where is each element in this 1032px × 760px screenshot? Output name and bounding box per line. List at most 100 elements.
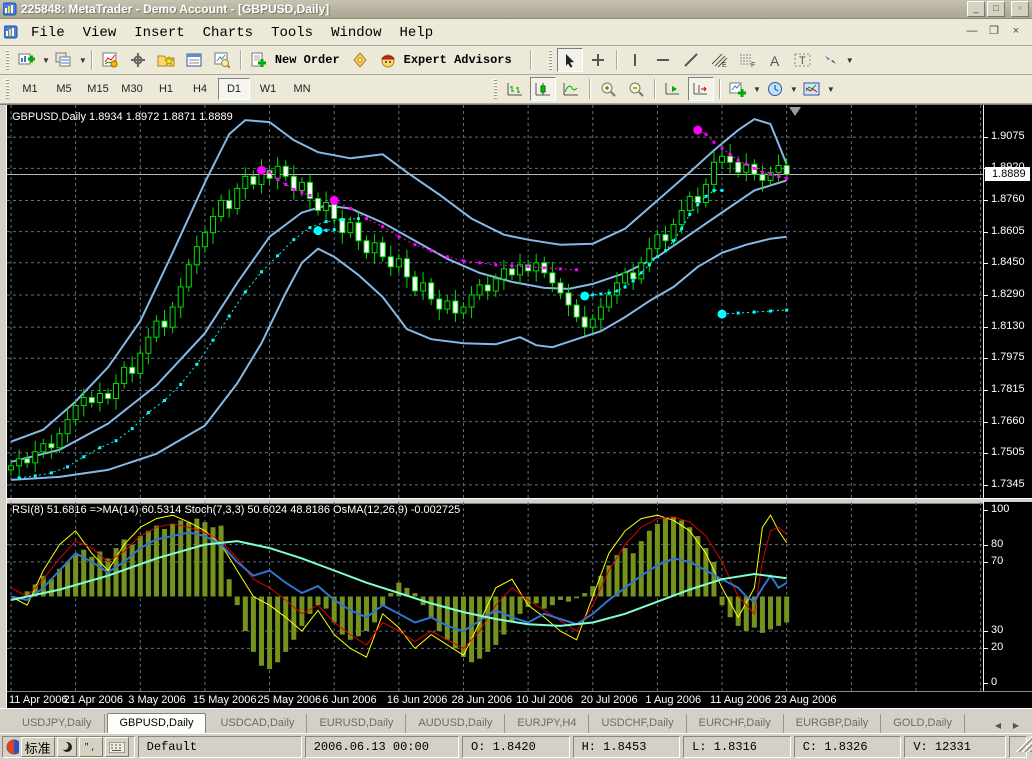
templates-button[interactable] [799,77,825,101]
metaeditor-button[interactable] [347,48,373,72]
terminal-button[interactable] [181,48,207,72]
trail-down-marker [462,259,465,262]
candlestick-chart-button[interactable] [530,77,556,101]
timeframe-button-m1[interactable]: M1 [14,78,46,100]
menu-item-charts[interactable]: Charts [194,22,262,44]
crosshair-tool-button[interactable] [585,48,611,72]
profiles-dropdown-icon[interactable]: ▼ [79,56,87,65]
candle-body [178,287,183,307]
new-chart-dropdown-icon[interactable]: ▼ [42,56,50,65]
periods-dropdown-icon[interactable]: ▼ [790,85,798,94]
trail-down-marker [712,141,715,144]
ime-keyboard-button[interactable] [105,737,129,757]
auto-scroll-button[interactable] [660,77,686,101]
zoom-in-button[interactable] [595,77,621,101]
line-chart-button[interactable] [558,77,584,101]
arrows-tool-button[interactable] [818,48,844,72]
indicator-canvas[interactable] [7,502,983,692]
child-restore-button[interactable]: ❐ [986,25,1002,39]
expert-advisors-icon[interactable] [375,48,401,72]
strategy-tester-button[interactable] [209,48,235,72]
trail-up-marker [753,311,756,314]
menu-item-file[interactable]: File [22,22,74,44]
timeframe-button-m5[interactable]: M5 [48,78,80,100]
timeframe-button-mn[interactable]: MN [286,78,318,100]
text-tool-button[interactable]: A [762,48,788,72]
text-label-tool-button[interactable]: T [790,48,816,72]
menu-item-tools[interactable]: Tools [262,22,322,44]
zoom-out-button[interactable] [623,77,649,101]
new-order-button[interactable]: New Order [275,53,340,67]
menu-item-help[interactable]: Help [391,22,443,44]
child-minimize-button[interactable]: — [964,25,980,39]
candle-body [784,166,789,175]
tab-scroll-left-icon[interactable]: ◀ [990,719,1006,733]
close-button[interactable]: × [1011,1,1029,17]
menu-item-insert[interactable]: Insert [125,22,193,44]
chart-shift-button[interactable] [688,77,714,101]
chart-tab-eurgbp-daily[interactable]: EURGBP,Daily [784,714,882,733]
templates-dropdown-icon[interactable]: ▼ [827,85,835,94]
profiles-button[interactable] [51,48,77,72]
chart-tab-usdcad-daily[interactable]: USDCAD,Daily [208,714,307,733]
candle-body [372,243,377,253]
new-chart-button[interactable] [14,48,40,72]
price-scale[interactable]: 1.90751.89201.87601.86051.84501.82901.81… [984,105,1032,498]
timeframe-button-d1[interactable]: D1 [218,78,250,100]
horizontal-line-tool-button[interactable] [650,48,676,72]
timeframe-grip[interactable] [6,79,9,99]
bar-chart-button[interactable] [502,77,528,101]
candle-body [9,466,14,470]
ime-punct-button[interactable]: ＂， [79,737,103,757]
trendline-tool-button[interactable] [678,48,704,72]
chart-tab-usdjpy-daily[interactable]: USDJPY,Daily [10,714,105,733]
chart-tab-gold-daily[interactable]: GOLD,Daily [881,714,965,733]
new-order-icon[interactable] [246,48,272,72]
trail-up-marker [66,465,69,468]
navigator-button[interactable] [153,48,179,72]
minimize-button[interactable]: _ [967,1,985,17]
chart-tab-gbpusd-daily[interactable]: GBPUSD,Daily [107,713,207,733]
arrows-dropdown-icon[interactable]: ▼ [846,56,854,65]
indicators-button[interactable] [725,77,751,101]
ime-fullhalf-button[interactable] [57,737,77,757]
timeframe-button-w1[interactable]: W1 [252,78,284,100]
cursor-tool-button[interactable] [557,48,583,72]
trail-up-marker [680,227,683,230]
chart-tab-eurusd-daily[interactable]: EURUSD,Daily [307,714,406,733]
chart-tools-grip[interactable] [494,79,497,99]
indicators-dropdown-icon[interactable]: ▼ [753,85,761,94]
maximize-button[interactable]: □ [987,1,1005,17]
resize-grip[interactable] [1016,736,1032,752]
chart-tab-eurchf-daily[interactable]: EURCHF,Daily [687,714,784,733]
chart-tab-eurjpy-h4[interactable]: EURJPY,H4 [505,714,589,733]
time-axis[interactable]: 11 Apr 200621 Apr 20063 May 200615 May 2… [7,691,1032,708]
indicator-scale[interactable]: 100807030200 [984,502,1032,692]
time-tick-label: 3 May 2006 [128,694,185,706]
timeframe-button-m30[interactable]: M30 [116,78,148,100]
trail-up-marker [147,411,150,414]
expert-advisors-button[interactable]: Expert Advisors [404,53,512,67]
periods-button[interactable] [762,77,788,101]
data-window-button[interactable] [125,48,151,72]
chart-tab-usdchf-daily[interactable]: USDCHF,Daily [589,714,686,733]
market-watch-button[interactable] [97,48,123,72]
candle-body [49,444,54,448]
channel-tool-button[interactable]: E [706,48,732,72]
candle-body [469,295,474,307]
tab-scroll-right-icon[interactable]: ▶ [1008,719,1024,733]
timeframe-button-h4[interactable]: H4 [184,78,216,100]
menu-item-window[interactable]: Window [322,22,390,44]
fibonacci-tool-button[interactable]: F [734,48,760,72]
main-chart-canvas[interactable] [7,105,983,498]
chart-tab-audusd-daily[interactable]: AUDUSD,Daily [406,714,505,733]
timeframe-button-h1[interactable]: H1 [150,78,182,100]
toolbar-grip2[interactable] [549,50,552,70]
child-close-button[interactable]: × [1008,25,1024,39]
vertical-line-tool-button[interactable] [622,48,648,72]
timeframe-button-m15[interactable]: M15 [82,78,114,100]
ime-mode-button[interactable]: 标准 [21,737,55,757]
ime-icon[interactable] [6,739,19,755]
menu-item-view[interactable]: View [74,22,126,44]
toolbar-grip[interactable] [6,50,9,70]
